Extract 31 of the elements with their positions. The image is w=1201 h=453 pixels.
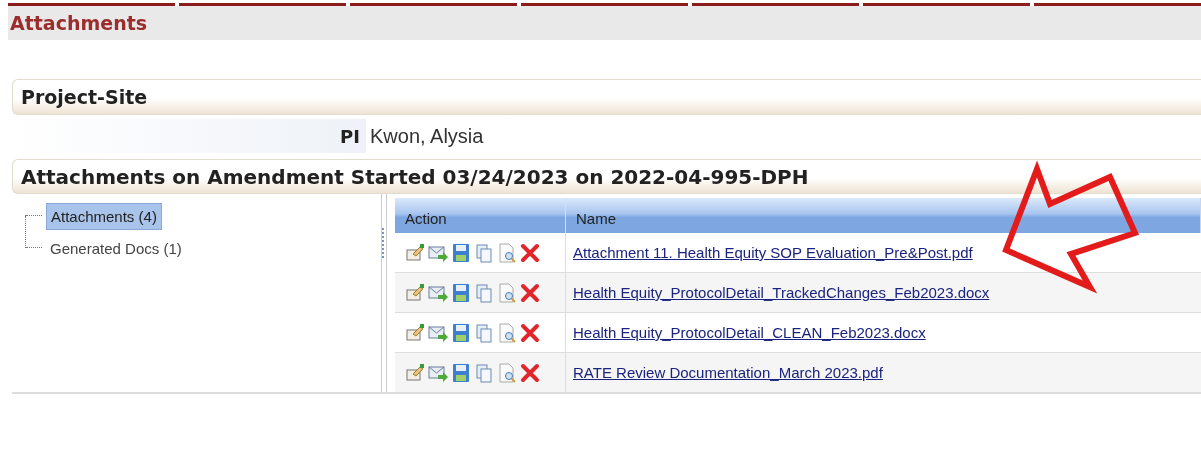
page-title: Attachments [10, 12, 148, 34]
preview-icon[interactable] [497, 362, 517, 383]
edit-icon[interactable] [405, 282, 425, 303]
edit-icon[interactable] [405, 362, 425, 383]
tree-item[interactable]: Attachments (4) [46, 202, 162, 230]
edit-icon[interactable] [405, 322, 425, 343]
delete-icon[interactable] [520, 282, 540, 303]
tree-item[interactable]: Generated Docs (1) [46, 235, 186, 261]
preview-icon[interactable] [497, 322, 517, 343]
copy-icon[interactable] [474, 322, 494, 343]
file-link[interactable]: Attachment 11. Health Equity SOP Evaluation_Pre&Post.pdf [573, 244, 973, 261]
preview-icon[interactable] [497, 282, 517, 303]
splitter-handle[interactable] [381, 194, 387, 392]
field-value: Kwon, Alysia [370, 124, 484, 148]
save-icon[interactable] [451, 362, 471, 383]
delete-icon[interactable] [520, 322, 540, 343]
save-icon[interactable] [451, 322, 471, 343]
copy-icon[interactable] [474, 242, 494, 263]
copy-icon[interactable] [474, 362, 494, 383]
edit-icon[interactable] [405, 242, 425, 263]
delete-icon[interactable] [520, 242, 540, 263]
copy-icon[interactable] [474, 282, 494, 303]
section-title: Project-Site [21, 86, 148, 108]
save-icon[interactable] [451, 282, 471, 303]
section-title: Attachments on Amendment Started 03/24/2023 on 2022-04-995-DPH [21, 164, 809, 189]
preview-icon[interactable] [497, 242, 517, 263]
field-label: PI [340, 125, 360, 147]
delete-icon[interactable] [520, 362, 540, 383]
save-icon[interactable] [451, 242, 471, 263]
file-link[interactable]: RATE Review Documentation_March 2023.pdf [573, 364, 883, 381]
file-link[interactable]: Health Equity_ProtocolDetail_CLEAN_Feb2023.docx [573, 324, 926, 341]
